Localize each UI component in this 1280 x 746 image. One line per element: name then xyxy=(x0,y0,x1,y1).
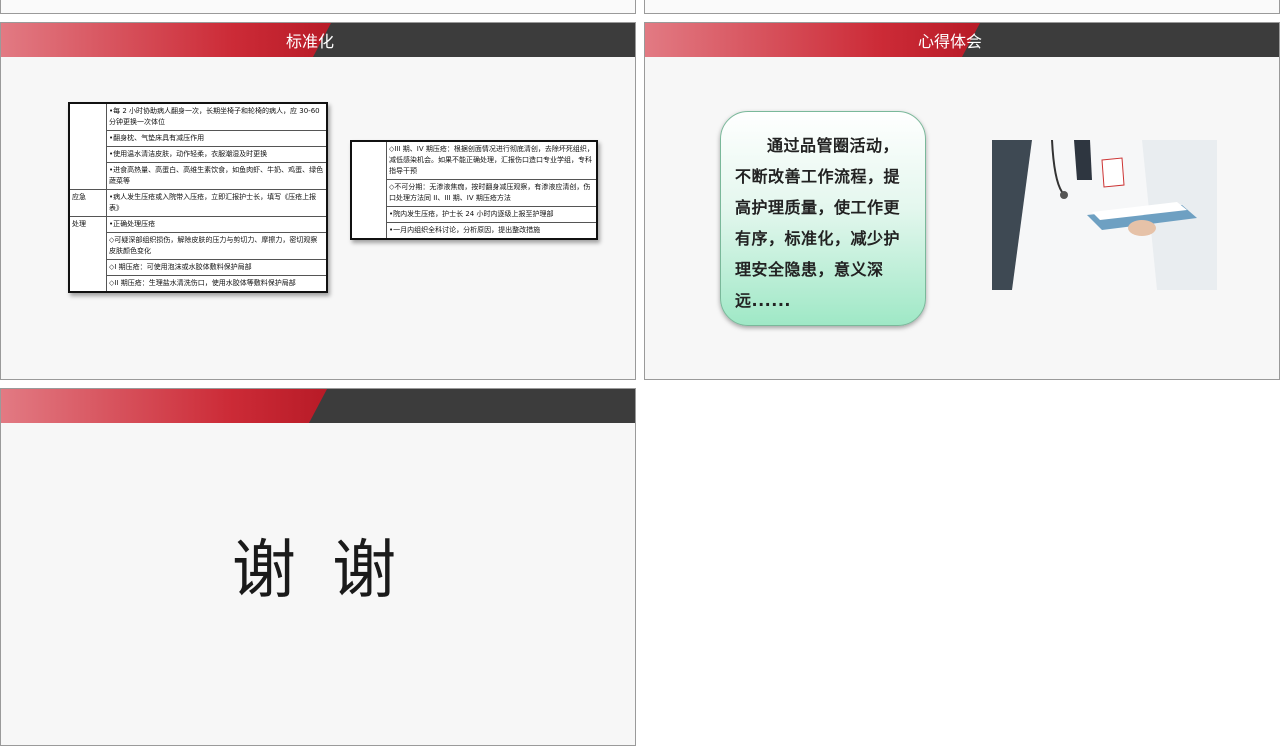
slide-thanks[interactable]: 谢 谢 xyxy=(0,388,636,746)
row-text: •使用温水清洁皮肤，动作轻柔，衣服潮湿及时更换 xyxy=(106,146,328,163)
row-text: •病人发生压疮或入院带入压疮，立即汇报护士长，填写《压疮上报表》 xyxy=(106,189,328,217)
slide-reflection[interactable]: 心得体会 通过品管圈活动，不断改善工作流程，提高护理质量，使工作更有序，标准化，… xyxy=(644,22,1280,380)
doctor-illustration-icon xyxy=(992,140,1217,290)
table-row: ◇III 期、IV 期压疮：根据创面情况进行彻底清创，去除坏死组织，减低感染机会… xyxy=(350,140,598,180)
row-text: •院内发生压疮，护士长 24 小时内逐级上报至护理部 xyxy=(386,206,598,223)
right-procedure-table: ◇III 期、IV 期压疮：根据创面情况进行彻底清创，去除坏死组织，减低感染机会… xyxy=(350,140,598,240)
row-label xyxy=(350,206,387,223)
thanks-text: 谢 谢 xyxy=(231,534,405,608)
row-text: ◇II 期压疮：生理盐水清洗伤口，使用水胶体等敷料保护局部 xyxy=(106,275,328,293)
table-row: •翻身枕、气垫床具有减压作用 xyxy=(68,130,328,147)
table-row: ◇不可分期：无渗液焦痂，按时翻身减压观察，有渗液应清创，伤口处理方法同 II、I… xyxy=(350,179,598,207)
table-row: •使用温水清洁皮肤，动作轻柔，衣服潮湿及时更换 xyxy=(68,146,328,163)
row-label xyxy=(68,146,107,163)
table-row: •一月内组织全科讨论，分析原因，提出整改措施 xyxy=(350,222,598,240)
slide-title: 标准化 xyxy=(285,32,334,51)
slide-header-bar: 心得体会 xyxy=(645,23,1279,57)
table-row: ◇I 期压疮：可使用泡沫或水胶体敷料保护局部 xyxy=(68,259,328,276)
table-row: •院内发生压疮，护士长 24 小时内逐级上报至护理部 xyxy=(350,206,598,223)
row-label xyxy=(68,162,107,190)
previous-slide-right-edge xyxy=(644,0,1280,14)
row-text: •翻身枕、气垫床具有减压作用 xyxy=(106,130,328,147)
left-procedure-table: •每 2 小时协助病人翻身一次，长期坐椅子和轮椅的病人，应 30-60 分钟更换… xyxy=(68,102,328,293)
row-label xyxy=(68,275,107,293)
doctor-photo xyxy=(992,140,1217,290)
row-label xyxy=(68,130,107,147)
table-row: •每 2 小时协助病人翻身一次，长期坐椅子和轮椅的病人，应 30-60 分钟更换… xyxy=(68,102,328,131)
row-text: •正确处理压疮 xyxy=(106,216,328,233)
row-text: ◇可疑深部组织损伤，解除皮肤的压力与剪切力、摩擦力，密切观察皮肤颜色变化 xyxy=(106,232,328,260)
table-row: ◇II 期压疮：生理盐水清洗伤口，使用水胶体等敷料保护局部 xyxy=(68,275,328,293)
row-label xyxy=(350,140,387,180)
table-row: 应急 •病人发生压疮或入院带入压疮，立即汇报护士长，填写《压疮上报表》 xyxy=(68,189,328,217)
row-label xyxy=(68,259,107,276)
row-text: ◇不可分期：无渗液焦痂，按时翻身减压观察，有渗液应清创，伤口处理方法同 II、I… xyxy=(386,179,598,207)
previous-slide-left-edge xyxy=(0,0,636,14)
row-text: ◇I 期压疮：可使用泡沫或水胶体敷料保护局部 xyxy=(106,259,328,276)
row-text: •一月内组织全科讨论，分析原因，提出整改措施 xyxy=(386,222,598,240)
slide-header-bar: 标准化 xyxy=(1,23,635,57)
reflection-text-bubble: 通过品管圈活动，不断改善工作流程，提高护理质量，使工作更有序，标准化，减少护理安… xyxy=(720,111,926,326)
row-label: 处理 xyxy=(68,216,107,233)
table-row: ◇可疑深部组织损伤，解除皮肤的压力与剪切力、摩擦力，密切观察皮肤颜色变化 xyxy=(68,232,328,260)
table-row: 处理 •正确处理压疮 xyxy=(68,216,328,233)
row-label xyxy=(350,222,387,240)
row-label xyxy=(68,102,107,131)
row-label: 应急 xyxy=(68,189,107,217)
row-text: •进食高热量、高蛋白、高维生素饮食，如鱼肉虾、牛奶、鸡蛋、绿色蔬菜等 xyxy=(106,162,328,190)
slide-standardization[interactable]: 标准化 •每 2 小时协助病人翻身一次，长期坐椅子和轮椅的病人，应 30-60 … xyxy=(0,22,636,380)
row-text: •每 2 小时协助病人翻身一次，长期坐椅子和轮椅的病人，应 30-60 分钟更换… xyxy=(106,102,328,131)
slide-title: 心得体会 xyxy=(917,32,982,51)
slide-header-bar xyxy=(1,389,635,423)
table-row: •进食高热量、高蛋白、高维生素饮食，如鱼肉虾、牛奶、鸡蛋、绿色蔬菜等 xyxy=(68,162,328,190)
row-label xyxy=(350,179,387,207)
row-text: ◇III 期、IV 期压疮：根据创面情况进行彻底清创，去除坏死组织，减低感染机会… xyxy=(386,140,598,180)
row-label xyxy=(68,232,107,260)
